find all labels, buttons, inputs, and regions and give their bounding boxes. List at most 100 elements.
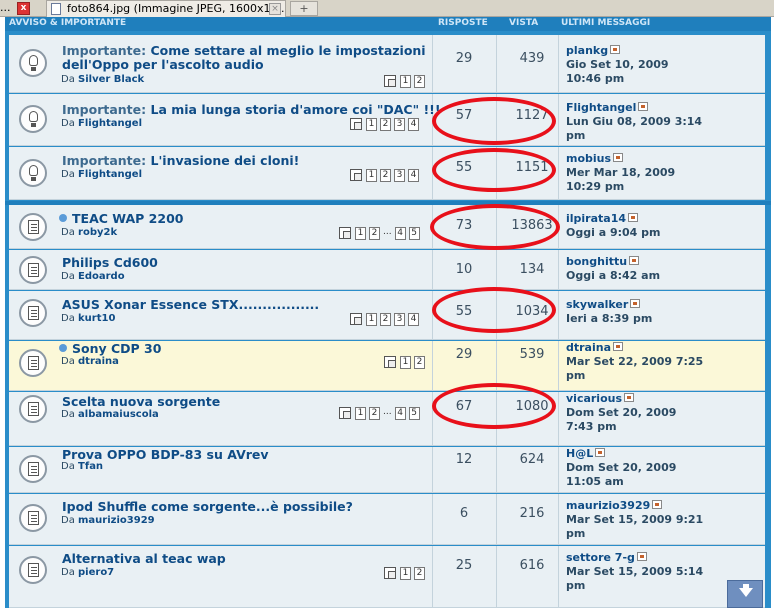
topic-row[interactable]: Philips Cd600 Da Edoardo 10 134 bonghitt… [9, 250, 765, 290]
last-post-user[interactable]: plankg [566, 44, 608, 57]
page-link[interactable]: 2 [380, 313, 391, 326]
column-headers: AVVISO & IMPORTANTE RISPOSTE VISTA ULTIM… [5, 17, 771, 31]
page-link[interactable]: 2 [369, 407, 380, 420]
page-link[interactable]: 3 [394, 118, 405, 131]
topic-row[interactable]: Alternativa al teac wap Da piero7 12 25 … [9, 546, 765, 608]
page-link[interactable]: 1 [366, 118, 377, 131]
author-link[interactable]: Edoardo [78, 271, 125, 282]
page-link[interactable]: 2 [414, 356, 425, 369]
page-link[interactable]: 5 [408, 407, 420, 420]
topic-row[interactable]: Ipod Shuffle come sorgente...è possibile… [9, 494, 765, 545]
last-post-arrow-icon[interactable] [630, 299, 641, 308]
author-link[interactable]: maurizio3929 [78, 515, 155, 526]
tab-close-icon[interactable]: × [269, 3, 281, 15]
topic-title-link[interactable]: Scelta nuova sorgente [62, 394, 220, 409]
topic-title-link[interactable]: Ipod Shuffle come sorgente...è possibile… [62, 499, 353, 514]
last-post-arrow-icon[interactable] [629, 256, 640, 265]
author-link[interactable]: piero7 [78, 567, 114, 578]
page-link[interactable]: 2 [380, 118, 391, 131]
topic-title-link[interactable]: TEAC WAP 2200 [59, 211, 183, 226]
page-link[interactable]: 1 [400, 75, 411, 88]
page-ellipsis: ... [383, 227, 392, 237]
last-post-user[interactable]: H@L [566, 447, 593, 460]
page-link[interactable]: 2 [380, 169, 391, 182]
last-post-arrow-icon[interactable] [638, 102, 649, 111]
last-post-user[interactable]: bonghittu [566, 255, 627, 268]
page-link[interactable]: 4 [394, 407, 406, 420]
last-post-arrow-icon[interactable] [610, 45, 621, 54]
last-post-time: 10:46 pm [566, 72, 625, 85]
topic-title-link[interactable]: ASUS Xonar Essence STX................. [62, 297, 319, 312]
last-post-user[interactable]: settore 7-g [566, 551, 635, 564]
topic-title-link[interactable]: Importante: Come settare al meglio le im… [62, 43, 426, 58]
page-link[interactable]: 1 [366, 313, 377, 326]
author-link[interactable]: roby2k [78, 227, 117, 238]
close-icon[interactable]: x [17, 2, 30, 15]
author-link[interactable]: Flightangel [78, 169, 142, 180]
browser-tab-image[interactable]: foto864.jpg (Immagine JPEG, 1600x12... × [46, 0, 286, 17]
last-post-arrow-icon[interactable] [624, 393, 635, 402]
last-post-arrow-icon[interactable] [613, 153, 624, 162]
topic-row[interactable]: Scelta nuova sorgente Da albamaiuscola 1… [9, 392, 765, 446]
topic-row[interactable]: Prova OPPO BDP-83 su AVrev Da Tfan 12 62… [9, 447, 765, 493]
topic-row[interactable]: ASUS Xonar Essence STX................. … [9, 291, 765, 340]
page-links: 1 2... 4 5 [339, 407, 423, 420]
author-link[interactable]: Silver Black [78, 74, 144, 85]
last-post-arrow-icon[interactable] [636, 552, 647, 561]
author-link[interactable]: kurt10 [78, 313, 115, 324]
last-post-user[interactable]: vicarious [566, 392, 622, 405]
new-tab-button[interactable]: + [290, 1, 318, 16]
page-link[interactable]: 2 [414, 75, 425, 88]
page-link[interactable]: 1 [355, 227, 366, 240]
topic-title-continued[interactable]: dell'Oppo per l'ascolto audio [62, 57, 264, 72]
last-post-user[interactable]: dtraina [566, 341, 611, 354]
last-post-user[interactable]: mobius [566, 152, 611, 165]
topic-title-link[interactable]: Prova OPPO BDP-83 su AVrev [62, 447, 269, 462]
last-post-arrow-icon[interactable] [595, 448, 606, 457]
page-link[interactable]: 3 [394, 169, 405, 182]
page-link[interactable]: 4 [394, 227, 406, 240]
view-count: 216 [519, 506, 545, 521]
important-prefix: Importante: [62, 102, 147, 117]
page-link[interactable]: 1 [400, 356, 411, 369]
author-link[interactable]: dtraina [78, 356, 119, 367]
author-link[interactable]: albamaiuscola [78, 409, 159, 420]
page-link[interactable]: 3 [394, 313, 405, 326]
topic-title-link[interactable]: Importante: La mia lunga storia d'amore … [62, 102, 441, 117]
topic-row[interactable]: Importante: La mia lunga storia d'amore … [9, 94, 765, 146]
last-post-user[interactable]: maurizio3929 [566, 499, 650, 512]
page-link[interactable]: 4 [408, 169, 419, 182]
author-link[interactable]: Tfan [78, 461, 103, 472]
page-link[interactable]: 5 [408, 227, 420, 240]
last-post-date: Gio Set 10, 2009 [566, 58, 669, 71]
topic-row[interactable]: TEAC WAP 2200 Da roby2k 1 2... 4 5 73 13863… [9, 205, 765, 249]
topic-row[interactable]: Sony CDP 30 Da dtraina 12 29 539 dtraina… [9, 341, 765, 391]
tab-overflow[interactable]: ... x [0, 1, 41, 16]
last-post-user[interactable]: Flightangel [566, 101, 636, 114]
page-link[interactable]: 2 [369, 227, 380, 240]
scroll-down-icon[interactable] [727, 580, 763, 608]
topic-title-link[interactable]: Importante: L'invasione dei cloni! [62, 153, 299, 168]
last-post-time: 7:43 pm [566, 420, 617, 433]
last-post-arrow-icon[interactable] [652, 500, 663, 509]
page-link[interactable]: 4 [408, 118, 419, 131]
topic-row[interactable]: Importante: Come settare al meglio le im… [9, 35, 765, 93]
reply-count: 10 [455, 262, 473, 277]
topic-title-link[interactable]: Sony CDP 30 [59, 341, 161, 356]
page-link[interactable]: 1 [355, 407, 366, 420]
last-post-user[interactable]: skywalker [566, 298, 628, 311]
topic-document-icon [19, 504, 47, 532]
last-post-arrow-icon[interactable] [613, 342, 624, 351]
author-link[interactable]: Flightangel [78, 118, 142, 129]
page-link[interactable]: 1 [400, 567, 411, 580]
last-post-user[interactable]: ilpirata14 [566, 212, 626, 225]
last-post-arrow-icon[interactable] [628, 213, 639, 222]
page-link[interactable]: 2 [414, 567, 425, 580]
topic-title-link[interactable]: Alternativa al teac wap [62, 551, 226, 566]
multipage-icon [350, 313, 362, 325]
topic-title-link[interactable]: Philips Cd600 [62, 255, 158, 270]
important-prefix: Importante: [62, 153, 147, 168]
page-link[interactable]: 4 [408, 313, 419, 326]
page-link[interactable]: 1 [366, 169, 377, 182]
topic-row[interactable]: Importante: L'invasione dei cloni! Da Fl… [9, 147, 765, 200]
